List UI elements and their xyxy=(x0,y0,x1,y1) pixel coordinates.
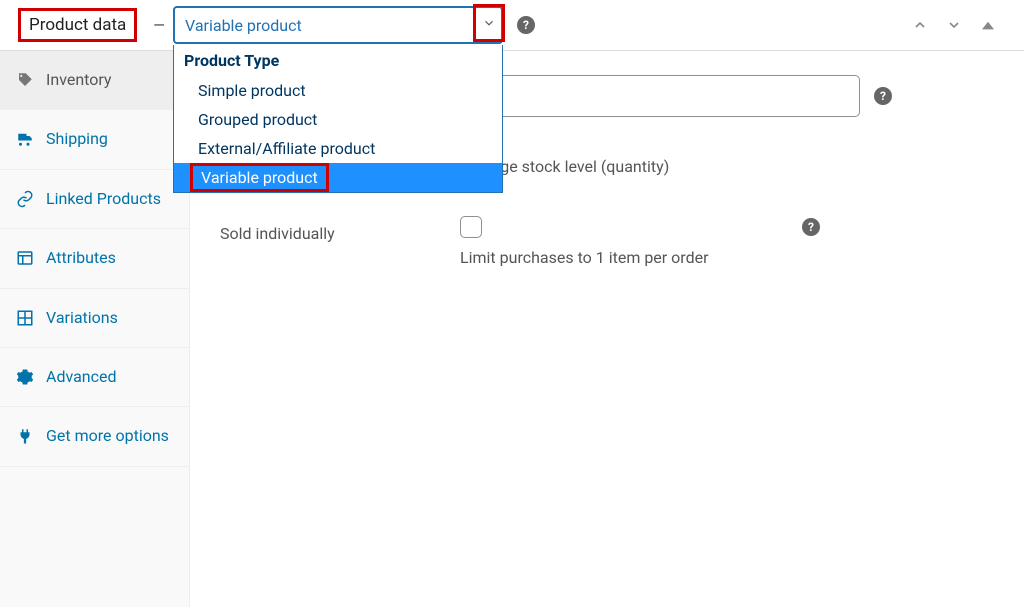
link-icon xyxy=(16,190,34,208)
product-type-selected-label: Variable product xyxy=(185,16,302,35)
select-chevron-highlight xyxy=(473,4,505,42)
sidebar-item-advanced[interactable]: Advanced xyxy=(0,348,189,407)
toggle-panel-icon[interactable] xyxy=(980,17,996,33)
dropdown-option-simple[interactable]: Simple product xyxy=(174,76,502,105)
sidebar-item-variations[interactable]: Variations xyxy=(0,289,189,348)
truck-icon xyxy=(16,130,34,148)
panel-title: Product data xyxy=(18,8,137,42)
dropdown-group-label: Product Type xyxy=(174,45,502,76)
sidebar-item-inventory[interactable]: Inventory xyxy=(0,51,189,110)
sold-individually-hint: Limit purchases to 1 item per order xyxy=(460,248,994,267)
sidebar-item-label: Linked Products xyxy=(46,188,161,210)
sidebar-item-label: Attributes xyxy=(46,247,116,269)
sidebar-item-label: Shipping xyxy=(46,128,108,150)
plug-icon xyxy=(16,427,34,445)
dropdown-option-variable-highlight: Variable product xyxy=(190,163,329,192)
sidebar-item-label: Get more options xyxy=(46,425,169,447)
sidebar-item-label: Inventory xyxy=(46,69,112,91)
product-type-select[interactable]: Variable product xyxy=(173,6,503,44)
sidebar-item-attributes[interactable]: Attributes xyxy=(0,229,189,288)
sold-individually-checkbox[interactable] xyxy=(460,216,482,238)
help-icon[interactable]: ? xyxy=(517,16,535,34)
sidebar-item-shipping[interactable]: Shipping xyxy=(0,110,189,169)
move-down-icon[interactable] xyxy=(946,17,962,33)
product-type-select-wrapper: Variable product Product Type Simple pro… xyxy=(173,6,503,44)
product-data-header: Product data — Variable product Product … xyxy=(0,0,1024,51)
move-up-icon[interactable] xyxy=(912,17,928,33)
list-icon xyxy=(16,249,34,267)
help-icon[interactable]: ? xyxy=(874,87,892,105)
gear-icon xyxy=(16,368,34,386)
sku-input[interactable] xyxy=(460,75,860,117)
sidebar-item-get-more-options[interactable]: Get more options xyxy=(0,407,189,466)
sidebar-item-label: Variations xyxy=(46,307,118,329)
product-type-dropdown: Product Type Simple product Grouped prod… xyxy=(173,45,503,193)
grid-icon xyxy=(16,309,34,327)
tag-icon xyxy=(16,71,34,89)
sidebar-item-linked-products[interactable]: Linked Products xyxy=(0,170,189,229)
sidebar-item-label: Advanced xyxy=(46,366,117,388)
panel-controls xyxy=(912,17,1006,33)
manage-stock-hint: Manage stock level (quantity) xyxy=(460,157,994,176)
sold-individually-row: Sold individually ? Limit purchases to 1… xyxy=(220,216,994,267)
help-icon[interactable]: ? xyxy=(802,218,820,236)
dropdown-option-variable[interactable]: Variable product xyxy=(174,163,502,192)
product-data-sidebar: Inventory Shipping Linked Products Attri… xyxy=(0,51,190,607)
title-dash: — xyxy=(153,16,165,34)
chevron-down-icon xyxy=(482,16,496,30)
dropdown-option-external[interactable]: External/Affiliate product xyxy=(174,134,502,163)
dropdown-option-grouped[interactable]: Grouped product xyxy=(174,105,502,134)
sold-individually-label: Sold individually xyxy=(220,216,460,243)
